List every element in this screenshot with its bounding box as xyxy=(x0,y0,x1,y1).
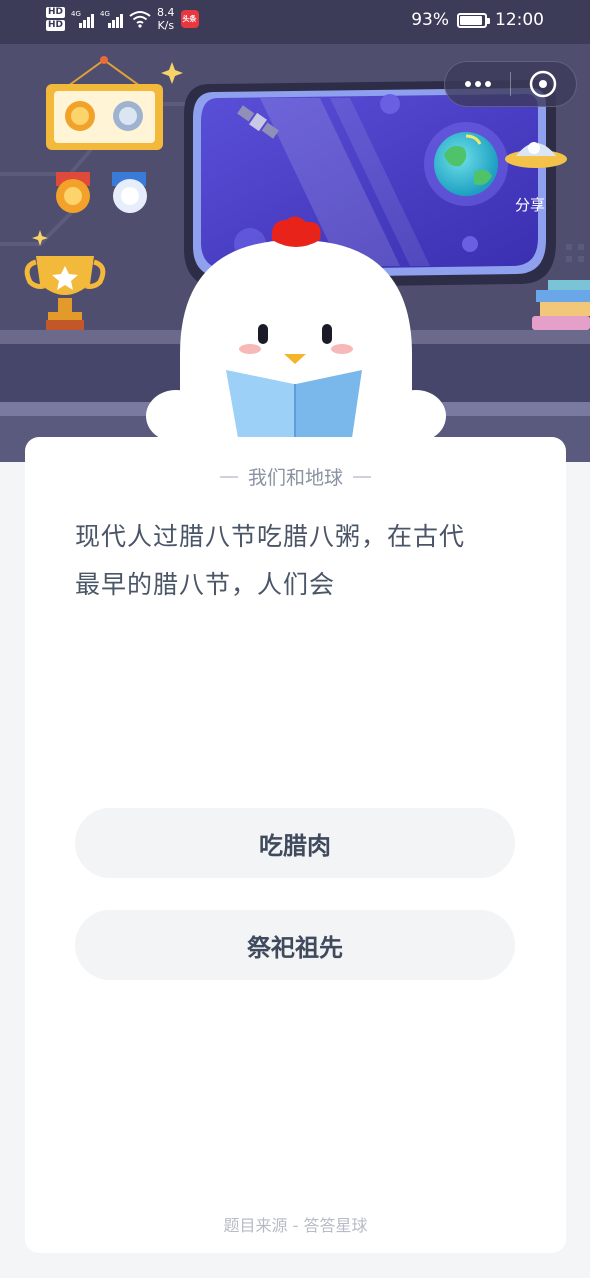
clock: 12:00 xyxy=(495,10,544,30)
medal-plaque-icon xyxy=(46,56,163,150)
share-button[interactable]: 分享 xyxy=(500,136,572,216)
hd-badge-2: HD xyxy=(46,20,66,31)
status-bar: HD HD 4G 4G 8.4 K/s 头条 93% 12:00 xyxy=(0,0,590,44)
status-left: HD HD 4G 4G 8.4 K/s 头条 xyxy=(46,6,199,32)
ellipsis-icon xyxy=(464,81,491,87)
question-line-1: 现代人过腊八节吃腊八粥，在古代 xyxy=(75,522,466,551)
more-button[interactable] xyxy=(445,61,510,107)
hd-badge-1: HD xyxy=(46,7,66,18)
mini-program-capsule xyxy=(444,61,577,107)
answer-option-1-label: 吃腊肉 xyxy=(259,831,331,860)
network-speed: 8.4 K/s xyxy=(157,6,175,32)
signal-icon-2: 4G xyxy=(100,10,124,28)
question-source: 题目来源 - 答答星球 xyxy=(223,1216,368,1235)
answer-option-1[interactable]: 吃腊肉 xyxy=(75,808,515,878)
answer-option-2[interactable]: 祭祀祖先 xyxy=(75,910,515,980)
question-card: 我们和地球 现代人过腊八节吃腊八粥，在古代 最早的腊八节，人们会 吃腊肉 祭祀祖… xyxy=(25,437,566,1253)
battery-icon xyxy=(457,12,490,28)
answer-option-2-label: 祭祀祖先 xyxy=(247,933,343,962)
divider-left xyxy=(219,475,238,478)
category-label: 我们和地球 xyxy=(247,467,343,489)
trophy-icon xyxy=(24,256,106,330)
books-icon xyxy=(532,280,590,330)
question-line-2: 最早的腊八节，人们会 xyxy=(75,570,336,599)
status-right: 93% 12:00 xyxy=(411,10,544,30)
signal-icon: 4G xyxy=(71,10,95,28)
hd-indicators: HD HD xyxy=(46,7,66,31)
divider-right xyxy=(353,475,371,478)
planet-icon xyxy=(424,122,508,206)
question-text: 现代人过腊八节吃腊八粥，在古代 最早的腊八节，人们会 xyxy=(75,513,525,609)
quiz-page: HD HD 4G 4G 8.4 K/s 头条 93% 12:00 分享 我们和地… xyxy=(0,0,590,1278)
battery-fill xyxy=(460,15,483,25)
speed-unit: K/s xyxy=(157,19,175,32)
battery-percent: 93% xyxy=(411,10,449,30)
category-header: 我们和地球 xyxy=(25,463,566,490)
wifi-icon xyxy=(129,11,151,28)
network-type-1: 4G xyxy=(71,10,81,18)
medal-icon xyxy=(56,172,147,213)
dots-decoration xyxy=(566,244,584,262)
network-type-2: 4G xyxy=(100,10,110,18)
speed-value: 8.4 xyxy=(157,6,175,19)
target-close-icon xyxy=(530,70,557,98)
close-button[interactable] xyxy=(511,61,576,107)
news-app-icon: 头条 xyxy=(180,10,199,28)
news-app-label: 头条 xyxy=(182,15,197,23)
share-label: 分享 xyxy=(514,196,545,214)
